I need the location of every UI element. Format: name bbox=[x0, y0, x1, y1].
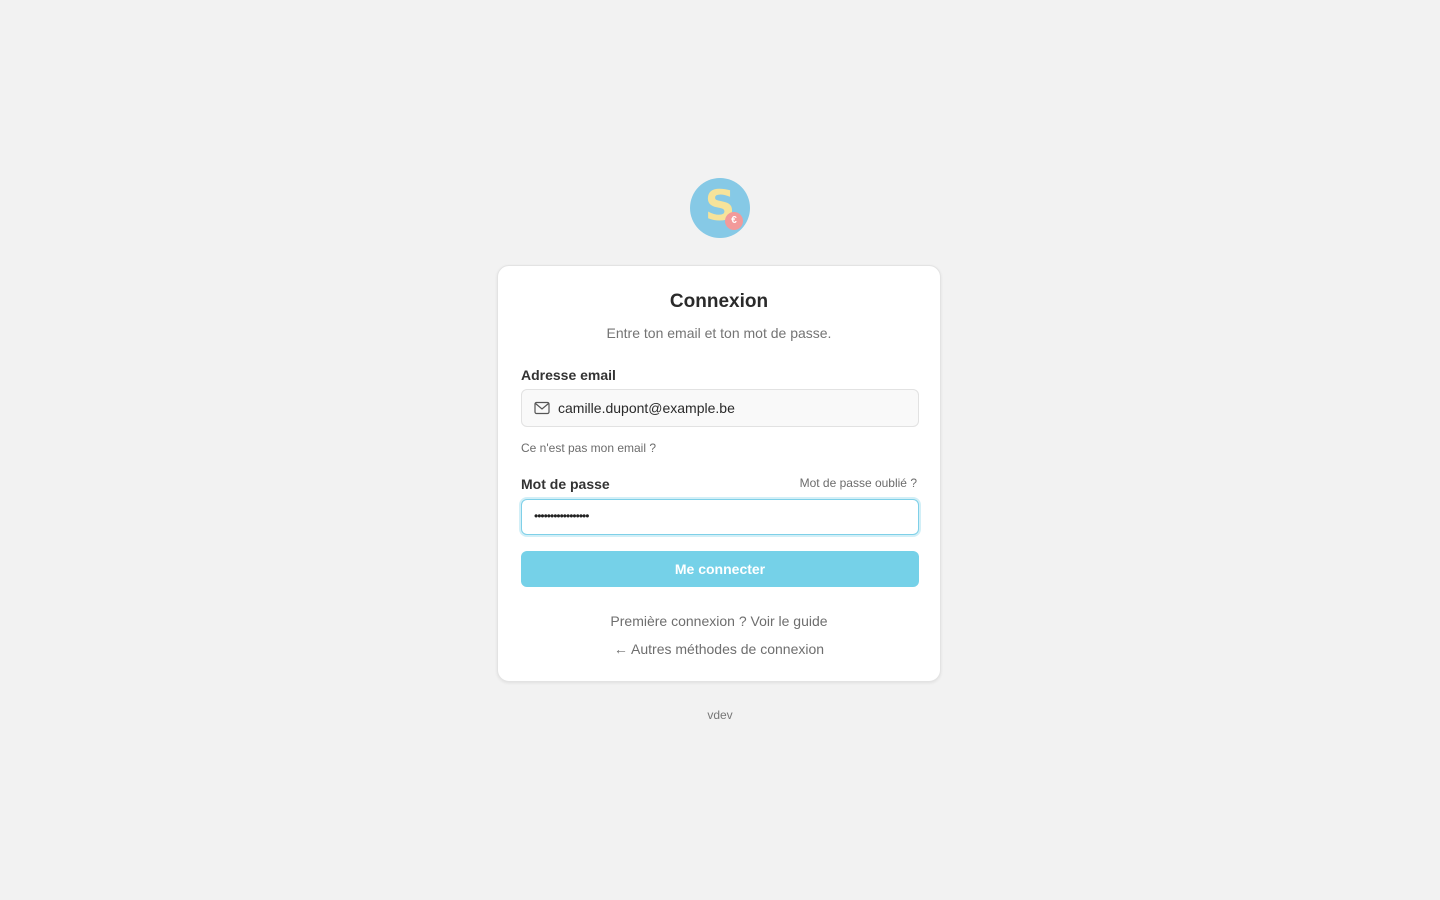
email-label: Adresse email bbox=[521, 367, 616, 383]
password-field[interactable]: ••••••••••••••••• bbox=[521, 499, 919, 535]
forgot-password-link[interactable]: Mot de passe oublié ? bbox=[800, 476, 917, 490]
mail-icon bbox=[534, 401, 550, 415]
email-field[interactable]: camille.dupont@example.be bbox=[521, 389, 919, 427]
email-value: camille.dupont@example.be bbox=[558, 400, 735, 416]
app-logo: S € bbox=[690, 178, 750, 238]
page-title: Connexion bbox=[669, 291, 769, 312]
password-value: ••••••••••••••••• bbox=[534, 509, 589, 523]
first-login-guide-link[interactable]: Première connexion ? Voir le guide bbox=[498, 613, 940, 629]
page-subtitle: Entre ton email et ton mot de passe. bbox=[606, 325, 832, 341]
password-label: Mot de passe bbox=[521, 476, 610, 492]
version-label: vdev bbox=[707, 708, 733, 722]
login-button[interactable]: Me connecter bbox=[521, 551, 919, 587]
other-login-methods-link[interactable]: ← Autres méthodes de connexion bbox=[498, 641, 940, 657]
login-card: Connexion Entre ton email et ton mot de … bbox=[497, 265, 941, 682]
not-my-email-link[interactable]: Ce n'est pas mon email ? bbox=[521, 441, 656, 455]
euro-badge-icon: € bbox=[725, 212, 743, 230]
